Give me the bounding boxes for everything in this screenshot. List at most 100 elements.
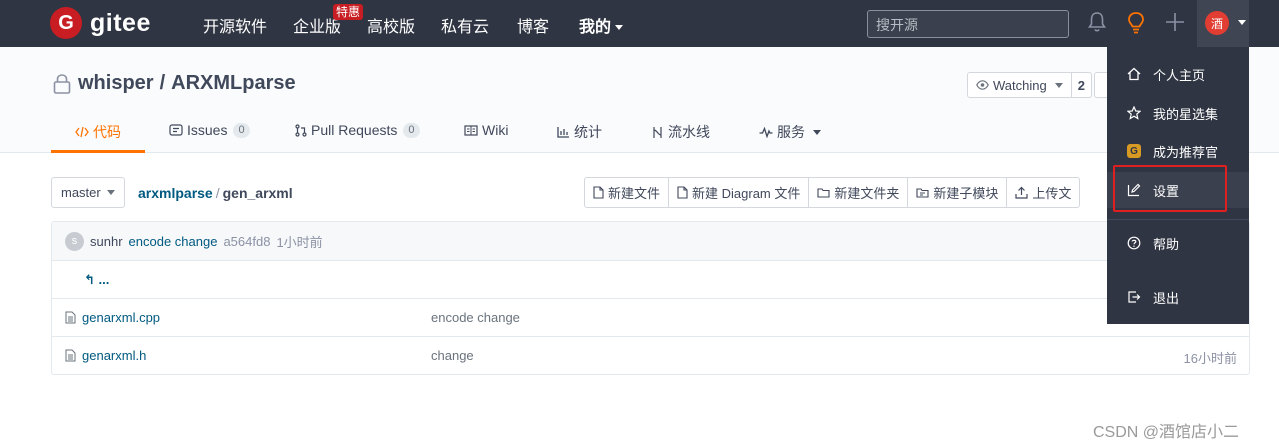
chevron-down-icon [615,25,624,31]
help-icon [1127,236,1141,250]
nav-mine[interactable]: 我的 [579,13,624,37]
file-commit-time: 16小时前 [1183,351,1237,366]
new-file-button[interactable]: 新建文件 [585,178,670,207]
new-diagram-button[interactable]: 新建 Diagram 文件 [669,178,810,207]
new-file-label: 新建文件 [608,186,661,201]
menu-item-starred[interactable]: 我的星选集 [1107,95,1249,131]
tab-stats[interactable]: 统计 [557,122,602,142]
gitee-logo-mark: G [50,7,82,39]
menu-item-label: 成为推荐官 [1153,144,1219,160]
nav-education[interactable]: 高校版 [367,13,415,37]
branch-selector[interactable]: master [51,177,125,208]
file-link[interactable]: genarxml.cpp [65,310,160,325]
file-name: genarxml.cpp [82,310,161,325]
nav-mine-label: 我的 [579,19,612,36]
breadcrumb-current: gen_arxml [222,185,293,201]
upload-icon [1015,186,1029,199]
wiki-icon [464,124,478,136]
tab-service[interactable]: 服务 [759,122,821,142]
submodule-icon [916,188,929,198]
new-folder-button[interactable]: 新建文件夹 [809,178,909,207]
parent-directory-label: ... [98,272,110,287]
commit-message[interactable]: encode change [129,234,218,249]
promo-badge: 特惠 [333,4,364,20]
tab-pipeline-label: 流水线 [668,124,710,140]
watch-toggle[interactable]: Watching [968,78,1071,93]
breadcrumb-root[interactable]: arxmlparse [138,185,213,201]
search-input[interactable]: 搜开源 [867,10,1069,38]
repo-separator: / [159,72,166,94]
back-arrow-icon: ↰ [84,272,95,287]
file-link[interactable]: genarxml.h [65,348,146,363]
menu-item-label: 个人主页 [1153,67,1206,83]
code-icon [75,126,89,138]
pull-requests-count: 0 [403,122,420,138]
nav-open-source[interactable]: 开源软件 [203,13,267,37]
tab-code-label: 代码 [93,124,121,140]
bell-icon[interactable] [1088,11,1106,33]
plus-icon[interactable] [1165,11,1185,33]
repo-title: whisper / ARXMLparse [52,72,296,95]
tab-wiki[interactable]: Wiki [464,122,508,138]
parent-directory-row[interactable]: ↰ ... [52,261,1249,299]
folder-icon [817,188,830,198]
upload-label: 上传文 [1032,186,1072,201]
file-icon [65,349,76,362]
service-chevron-down-icon [813,129,821,135]
tab-pipeline[interactable]: 流水线 [651,122,710,142]
upload-button[interactable]: 上传文 [1007,178,1079,207]
menu-item-recommender[interactable]: G 成为推荐官 [1107,133,1249,169]
tab-service-label: 服务 [777,124,805,140]
service-icon [759,126,773,138]
parent-directory-link[interactable]: ↰ ... [84,272,109,288]
lock-icon [53,73,71,94]
menu-item-help[interactable]: 帮助 [1107,225,1249,261]
tab-pull-requests-label: Pull Requests [311,122,398,138]
issues-icon [169,124,183,136]
lightbulb-icon[interactable] [1127,11,1145,35]
file-row: genarxml.h change 16小时前 [52,337,1249,375]
file-commit-message[interactable]: encode change [431,310,520,325]
user-avatar[interactable]: 酒 [1205,11,1229,35]
menu-item-logout[interactable]: 退出 [1107,279,1249,315]
watch-label: Watching [993,77,1047,93]
stats-icon [557,127,569,138]
home-icon [1127,67,1141,81]
tab-issues-label: Issues [187,122,228,138]
commit-author-avatar[interactable]: s [65,231,84,251]
menu-divider [1107,219,1249,220]
active-tab-indicator [51,150,145,153]
issues-count: 0 [233,122,250,138]
tab-issues[interactable]: Issues 0 [169,122,250,138]
repo-owner[interactable]: whisper [78,72,154,95]
file-icon [65,311,76,324]
file-icon [593,186,604,199]
nav-blog[interactable]: 博客 [517,13,549,37]
branch-name: master [61,185,101,200]
eye-icon [976,80,989,90]
tab-code[interactable]: 代码 [75,122,121,142]
repo-name[interactable]: ARXMLparse [171,72,295,95]
tab-wiki-label: Wiki [482,122,509,138]
file-list: s sunhr encode change a564fd8 1小时前 ↰ ...… [51,221,1250,375]
tab-pull-requests[interactable]: Pull Requests 0 [295,122,420,138]
menu-item-profile[interactable]: 个人主页 [1107,56,1249,92]
breadcrumb: arxmlparse / gen_arxml [138,185,293,201]
watch-button[interactable]: Watching 2 [967,72,1092,98]
diagram-file-icon [677,186,688,199]
star-icon [1127,106,1141,120]
commit-hash[interactable]: a564fd8 [223,234,270,249]
breadcrumb-separator: / [215,185,220,201]
gitee-logo[interactable]: G gitee [50,7,151,39]
menu-item-label: 帮助 [1153,236,1180,252]
logout-icon [1128,291,1141,303]
csdn-watermark: CSDN @酒馆店小二 [1093,424,1240,441]
file-actions: 新建文件 新建 Diagram 文件 新建文件夹 新建子模块 上传文 [584,177,1081,208]
file-name: genarxml.h [82,348,147,363]
watch-count[interactable]: 2 [1070,73,1091,97]
gitee-logo-text: gitee [90,8,151,37]
new-submodule-button[interactable]: 新建子模块 [908,178,1008,207]
nav-private-cloud[interactable]: 私有云 [441,13,489,37]
file-commit-message[interactable]: change [431,348,474,363]
commit-author[interactable]: sunhr [90,234,123,249]
